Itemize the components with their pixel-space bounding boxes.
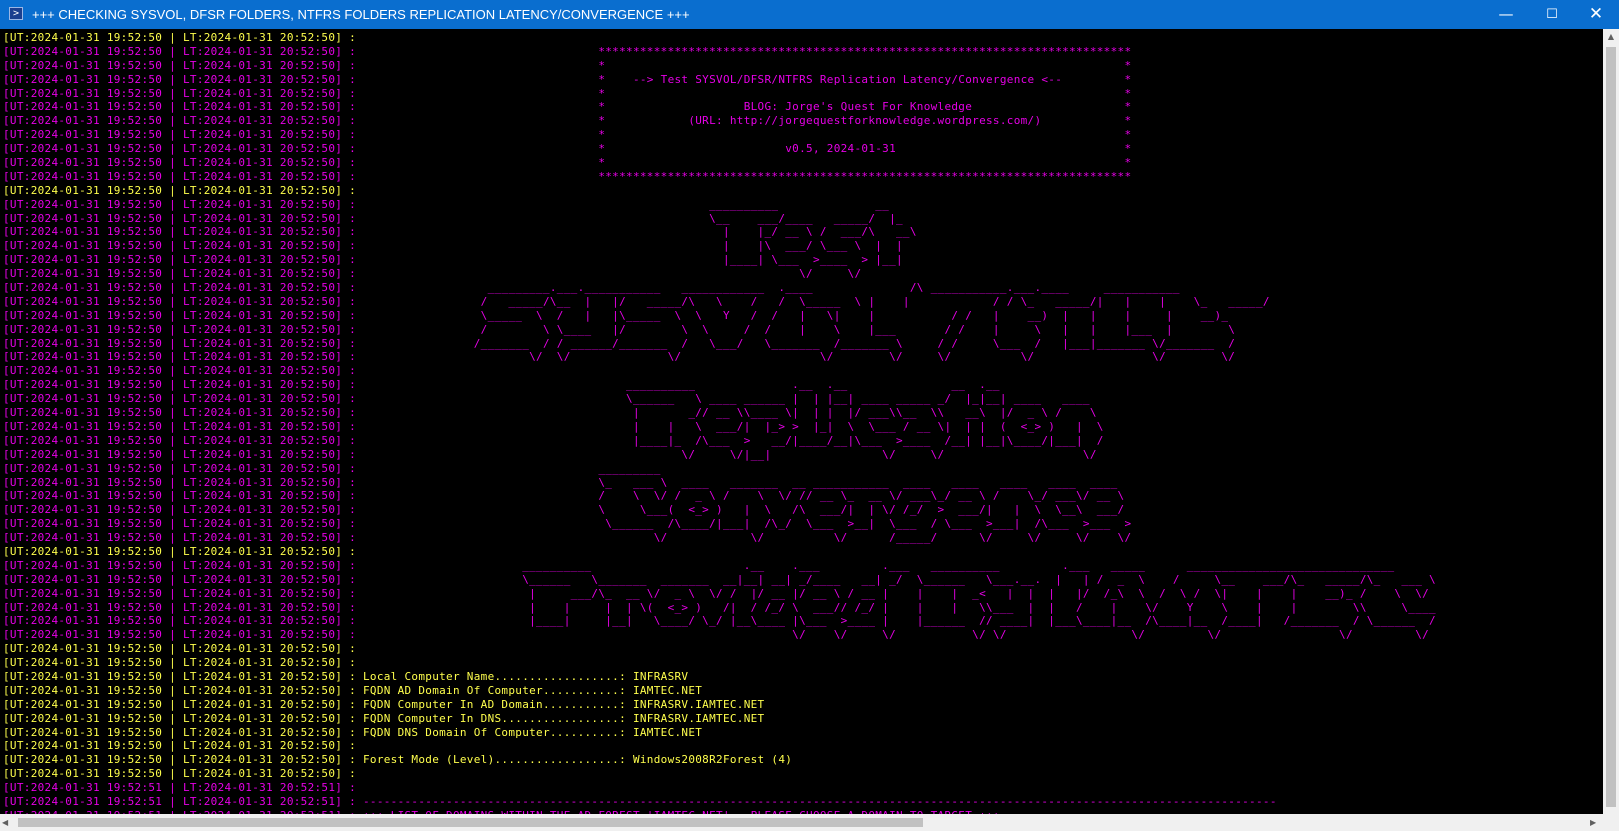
console-output[interactable]: [UT:2024-01-31 19:52:50 | LT:2024-01-31 …	[0, 29, 1603, 814]
console-line: [UT:2024-01-31 19:52:50 | LT:2024-01-31 …	[3, 753, 793, 767]
console-line: [UT:2024-01-31 19:52:50 | LT:2024-01-31 …	[3, 489, 1125, 503]
console-line: [UT:2024-01-31 19:52:50 | LT:2024-01-31 …	[3, 142, 1132, 156]
console-line: [UT:2024-01-31 19:52:50 | LT:2024-01-31 …	[3, 239, 903, 253]
console-line: [UT:2024-01-31 19:52:50 | LT:2024-01-31 …	[3, 31, 357, 44]
console-line: [UT:2024-01-31 19:52:50 | LT:2024-01-31 …	[3, 503, 1125, 517]
console-line: [UT:2024-01-31 19:52:50 | LT:2024-01-31 …	[3, 586, 1430, 600]
console-line: [UT:2024-01-31 19:52:50 | LT:2024-01-31 …	[3, 461, 661, 475]
console-line: [UT:2024-01-31 19:52:50 | LT:2024-01-31 …	[3, 197, 890, 211]
console-line: [UT:2024-01-31 19:52:50 | LT:2024-01-31 …	[3, 281, 1180, 295]
console-line: [UT:2024-01-31 19:52:50 | LT:2024-01-31 …	[3, 683, 703, 697]
console-line: [UT:2024-01-31 19:52:50 | LT:2024-01-31 …	[3, 697, 765, 711]
console-line: [UT:2024-01-31 19:52:50 | LT:2024-01-31 …	[3, 58, 1132, 72]
console-line: [UT:2024-01-31 19:52:50 | LT:2024-01-31 …	[3, 767, 357, 781]
console-line: [UT:2024-01-31 19:52:50 | LT:2024-01-31 …	[3, 378, 1000, 392]
console-line: [UT:2024-01-31 19:52:50 | LT:2024-01-31 …	[3, 419, 1104, 433]
console-line: [UT:2024-01-31 19:52:50 | LT:2024-01-31 …	[3, 558, 1395, 572]
console-line: [UT:2024-01-31 19:52:50 | LT:2024-01-31 …	[3, 642, 357, 656]
console-line: [UT:2024-01-31 19:52:50 | LT:2024-01-31 …	[3, 294, 1270, 308]
console-line: [UT:2024-01-31 19:52:50 | LT:2024-01-31 …	[3, 364, 357, 378]
powershell-icon: >	[9, 7, 23, 20]
console-line: [UT:2024-01-31 19:52:50 | LT:2024-01-31 …	[3, 517, 1132, 531]
console-line: [UT:2024-01-31 19:52:50 | LT:2024-01-31 …	[3, 225, 917, 239]
scroll-left-arrow-icon[interactable]: ◀	[2, 815, 8, 830]
console-line: [UT:2024-01-31 19:52:50 | LT:2024-01-31 …	[3, 86, 1132, 100]
scroll-up-arrow-icon[interactable]: ▲	[1603, 29, 1619, 45]
minimize-button[interactable]: —	[1483, 0, 1529, 29]
console-line: [UT:2024-01-31 19:52:50 | LT:2024-01-31 …	[3, 669, 689, 683]
console-line: [UT:2024-01-31 19:52:50 | LT:2024-01-31 …	[3, 406, 1097, 420]
maximize-button[interactable]: ☐	[1529, 0, 1575, 29]
title-bar[interactable]: > +++ CHECKING SYSVOL, DFSR FOLDERS, NTF…	[0, 0, 1619, 29]
console-line: [UT:2024-01-31 19:52:50 | LT:2024-01-31 …	[3, 656, 357, 670]
console-line: [UT:2024-01-31 19:52:50 | LT:2024-01-31 …	[3, 44, 1132, 58]
scrollbar-corner	[1603, 814, 1619, 831]
console-lines: [UT:2024-01-31 19:52:50 | LT:2024-01-31 …	[3, 31, 1436, 814]
console-line: [UT:2024-01-31 19:52:50 | LT:2024-01-31 …	[3, 447, 1097, 461]
vertical-scrollbar[interactable]: ▲	[1603, 29, 1619, 814]
console-line: [UT:2024-01-31 19:52:50 | LT:2024-01-31 …	[3, 614, 1436, 628]
console-line: [UT:2024-01-31 19:52:50 | LT:2024-01-31 …	[3, 739, 357, 753]
console-line: [UT:2024-01-31 19:52:50 | LT:2024-01-31 …	[3, 725, 703, 739]
console-line: [UT:2024-01-31 19:52:50 | LT:2024-01-31 …	[3, 572, 1436, 586]
console-line: [UT:2024-01-31 19:52:50 | LT:2024-01-31 …	[3, 183, 357, 197]
console-line: [UT:2024-01-31 19:52:50 | LT:2024-01-31 …	[3, 392, 1090, 406]
console-line: [UT:2024-01-31 19:52:50 | LT:2024-01-31 …	[3, 114, 1132, 128]
console-line: [UT:2024-01-31 19:52:50 | LT:2024-01-31 …	[3, 169, 1132, 183]
console-line: [UT:2024-01-31 19:52:50 | LT:2024-01-31 …	[3, 322, 1236, 336]
vertical-scroll-thumb[interactable]	[1606, 47, 1616, 807]
close-button[interactable]: ✕	[1573, 0, 1619, 29]
console-line: [UT:2024-01-31 19:52:51 | LT:2024-01-31 …	[3, 794, 1277, 808]
console-line: [UT:2024-01-31 19:52:50 | LT:2024-01-31 …	[3, 544, 357, 558]
console-line: [UT:2024-01-31 19:52:51 | LT:2024-01-31 …	[3, 781, 357, 795]
console-line: [UT:2024-01-31 19:52:50 | LT:2024-01-31 …	[3, 336, 1236, 350]
console-line: [UT:2024-01-31 19:52:50 | LT:2024-01-31 …	[3, 350, 1236, 364]
console-line: [UT:2024-01-31 19:52:50 | LT:2024-01-31 …	[3, 253, 903, 267]
console-line: [UT:2024-01-31 19:52:50 | LT:2024-01-31 …	[3, 628, 1430, 642]
window-title: +++ CHECKING SYSVOL, DFSR FOLDERS, NTFRS…	[32, 7, 690, 22]
horizontal-scrollbar[interactable]: ◀ ▶	[0, 814, 1603, 831]
scroll-right-arrow-icon[interactable]: ▶	[1590, 815, 1596, 830]
console-line: [UT:2024-01-31 19:52:50 | LT:2024-01-31 …	[3, 711, 765, 725]
console-line: [UT:2024-01-31 19:52:50 | LT:2024-01-31 …	[3, 156, 1132, 170]
console-line: [UT:2024-01-31 19:52:50 | LT:2024-01-31 …	[3, 531, 1132, 545]
console-line: [UT:2024-01-31 19:52:50 | LT:2024-01-31 …	[3, 211, 903, 225]
horizontal-scroll-thumb[interactable]	[18, 818, 923, 827]
console-line: [UT:2024-01-31 19:52:50 | LT:2024-01-31 …	[3, 600, 1436, 614]
console-line: [UT:2024-01-31 19:52:50 | LT:2024-01-31 …	[3, 267, 862, 281]
console-line: [UT:2024-01-31 19:52:50 | LT:2024-01-31 …	[3, 72, 1132, 86]
console-line: [UT:2024-01-31 19:52:50 | LT:2024-01-31 …	[3, 308, 1229, 322]
console-line: [UT:2024-01-31 19:52:50 | LT:2024-01-31 …	[3, 100, 1132, 114]
console-line: [UT:2024-01-31 19:52:50 | LT:2024-01-31 …	[3, 475, 1118, 489]
console-line: [UT:2024-01-31 19:52:50 | LT:2024-01-31 …	[3, 433, 1104, 447]
console-line: [UT:2024-01-31 19:52:50 | LT:2024-01-31 …	[3, 128, 1132, 142]
